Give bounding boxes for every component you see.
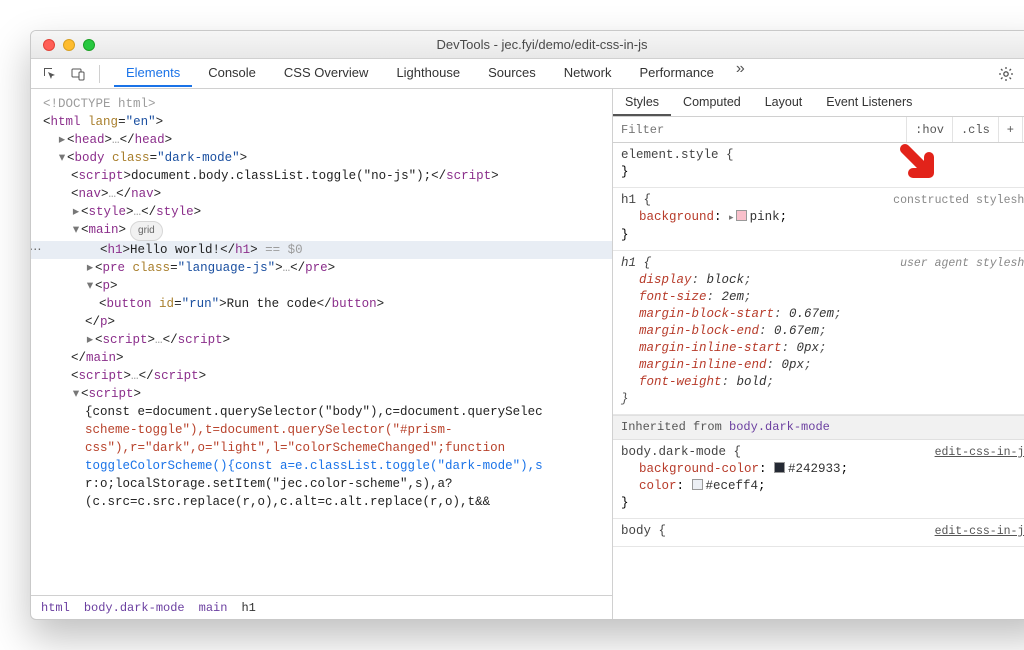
tab-css-overview[interactable]: CSS Overview — [272, 60, 381, 87]
css-declaration[interactable]: margin-inline-end: 0px; — [639, 357, 1024, 374]
tab-network[interactable]: Network — [552, 60, 624, 87]
side-tabs: Styles Computed Layout Event Listeners » — [613, 89, 1024, 117]
elements-panel: <!DOCTYPE html> <html lang="en"> ▸<head>… — [31, 89, 613, 619]
devtools-window: DevTools - jec.fyi/demo/edit-css-in-js E… — [30, 30, 1024, 620]
divider — [99, 65, 100, 83]
panels: <!DOCTYPE html> <html lang="en"> ▸<head>… — [31, 89, 1024, 619]
dom-js-line3[interactable]: css"),r="dark",o="light",l="colorSchemeC… — [31, 439, 612, 457]
filter-input[interactable] — [613, 123, 906, 137]
window-title: DevTools - jec.fyi/demo/edit-css-in-js — [31, 37, 1024, 52]
titlebar: DevTools - jec.fyi/demo/edit-css-in-js — [31, 31, 1024, 59]
grid-badge[interactable]: grid — [130, 221, 163, 241]
dom-js-line2[interactable]: scheme-toggle"),t=document.querySelector… — [31, 421, 612, 439]
breadcrumb: html body.dark-mode main h1 — [31, 595, 612, 619]
inspect-icon[interactable] — [39, 63, 61, 85]
dom-script3[interactable]: <script>…</script> — [31, 367, 612, 385]
dom-main[interactable]: ▾<main>grid — [31, 221, 612, 241]
filter-bar: :hov .cls + — [613, 117, 1024, 143]
styles-list[interactable]: element.style { } constructed stylesheet… — [613, 143, 1024, 619]
main-toolbar: Elements Console CSS Overview Lighthouse… — [31, 59, 1024, 89]
origin-ua: user agent stylesheet — [900, 255, 1024, 272]
inherited-link[interactable]: body.dark-mode — [729, 420, 830, 434]
settings-icon[interactable] — [995, 63, 1017, 85]
device-toggle-icon[interactable] — [67, 63, 89, 85]
inherited-from-bar: Inherited from body.dark-mode — [613, 415, 1024, 440]
subtab-layout[interactable]: Layout — [753, 89, 815, 116]
dom-script2[interactable]: ▸<script>…</script> — [31, 331, 612, 349]
css-declaration[interactable]: font-weight: bold; — [639, 374, 1024, 391]
rule-body[interactable]: edit-css-in-js:1 body { — [613, 519, 1024, 547]
dom-js-line1[interactable]: {const e=document.querySelector("body"),… — [31, 403, 612, 421]
tab-performance[interactable]: Performance — [627, 60, 725, 87]
css-declaration[interactable]: font-size: 2em; — [639, 289, 1024, 306]
origin-link-2[interactable]: edit-css-in-js:1 — [935, 523, 1024, 540]
dom-main-close[interactable]: </main> — [31, 349, 612, 367]
crumb-body[interactable]: body.dark-mode — [84, 601, 185, 615]
tab-lighthouse[interactable]: Lighthouse — [384, 60, 472, 87]
dom-head[interactable]: ▸<head>…</head> — [31, 131, 612, 149]
rule-user-agent[interactable]: user agent stylesheet h1 { display: bloc… — [613, 251, 1024, 415]
dom-button[interactable]: <button id="run">Run the code</button> — [31, 295, 612, 313]
dom-p[interactable]: ▾<p> — [31, 277, 612, 295]
tab-elements[interactable]: Elements — [114, 60, 192, 87]
origin-link-1[interactable]: edit-css-in-js:1 — [935, 444, 1024, 461]
crumb-h1[interactable]: h1 — [241, 601, 255, 615]
css-declaration[interactable]: display: block; — [639, 272, 1024, 289]
arrow-icon — [899, 143, 943, 193]
subtab-styles[interactable]: Styles — [613, 89, 671, 116]
color-swatch-dark[interactable] — [774, 462, 785, 473]
dom-p-close[interactable]: </p> — [31, 313, 612, 331]
rule-element-style[interactable]: element.style { } — [613, 143, 1024, 188]
css-declaration[interactable]: margin-block-end: 0.67em; — [639, 323, 1024, 340]
dom-js-line5[interactable]: r:o;localStorage.setItem("jec.color-sche… — [31, 475, 612, 493]
dom-tree[interactable]: <!DOCTYPE html> <html lang="en"> ▸<head>… — [31, 89, 612, 595]
dom-h1-selected[interactable]: <h1>Hello world!</h1> == $0 — [31, 241, 612, 259]
css-declaration[interactable]: margin-inline-start: 0px; — [639, 340, 1024, 357]
subtab-event-listeners[interactable]: Event Listeners — [814, 89, 924, 116]
crumb-main[interactable]: main — [199, 601, 228, 615]
rule-body-dark[interactable]: edit-css-in-js:1 body.dark-mode { backgr… — [613, 440, 1024, 519]
tab-sources[interactable]: Sources — [476, 60, 548, 87]
dom-js-line4[interactable]: toggleColorScheme(){const a=e.classList.… — [31, 457, 612, 475]
color-swatch-light[interactable] — [692, 479, 703, 490]
css-declaration[interactable]: margin-block-start: 0.67em; — [639, 306, 1024, 323]
tabs-overflow-icon[interactable]: » — [730, 60, 751, 87]
crumb-html[interactable]: html — [41, 601, 70, 615]
dom-script4[interactable]: ▾<script> — [31, 385, 612, 403]
dom-doctype[interactable]: <!DOCTYPE html> — [31, 95, 612, 113]
hov-button[interactable]: :hov — [906, 117, 952, 142]
dom-script1[interactable]: <script>document.body.classList.toggle("… — [31, 167, 612, 185]
dom-html[interactable]: <html lang="en"> — [31, 113, 612, 131]
cls-button[interactable]: .cls — [952, 117, 998, 142]
new-rule-button[interactable]: + — [998, 117, 1022, 142]
dom-pre[interactable]: ▸<pre class="language-js">…</pre> — [31, 259, 612, 277]
rule-constructed[interactable]: constructed stylesheet h1 { background: … — [613, 188, 1024, 251]
dom-body[interactable]: ▾<body class="dark-mode"> — [31, 149, 612, 167]
dom-nav[interactable]: <nav>…</nav> — [31, 185, 612, 203]
color-swatch-pink[interactable] — [736, 210, 747, 221]
main-tabs: Elements Console CSS Overview Lighthouse… — [114, 60, 751, 87]
subtab-computed[interactable]: Computed — [671, 89, 753, 116]
tab-console[interactable]: Console — [196, 60, 268, 87]
dom-style[interactable]: ▸<style>…</style> — [31, 203, 612, 221]
origin-constructed[interactable]: constructed stylesheet — [893, 192, 1024, 209]
styles-panel: Styles Computed Layout Event Listeners »… — [613, 89, 1024, 619]
dom-js-line6[interactable]: (c.src=c.src.replace(r,o),c.alt=c.alt.re… — [31, 493, 612, 511]
